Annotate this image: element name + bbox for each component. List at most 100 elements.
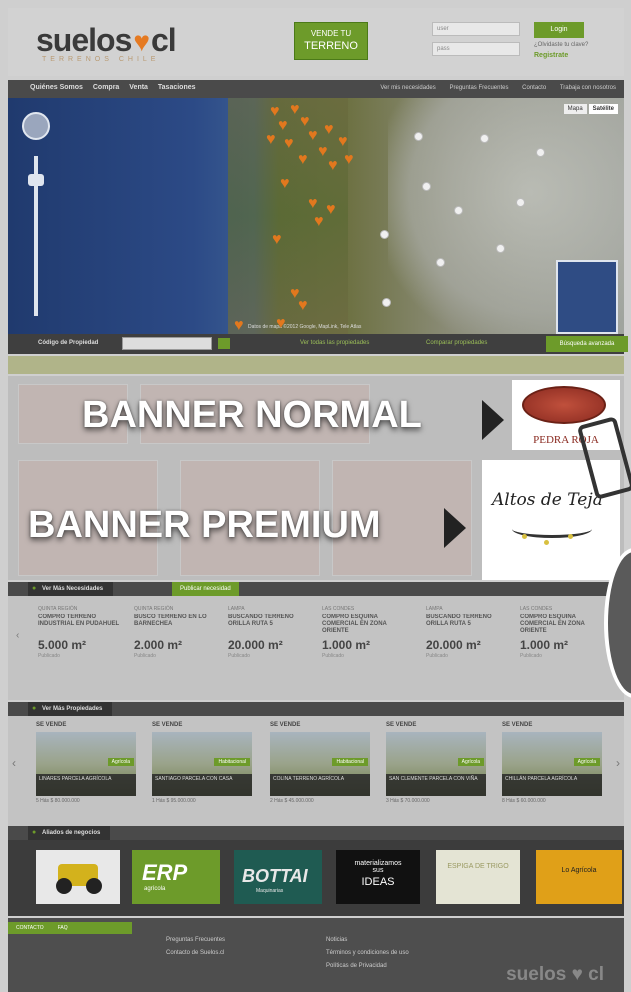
map-pin-icon[interactable]: ♥ xyxy=(298,152,308,168)
map-type-satellite[interactable]: Satélite xyxy=(588,104,618,114)
map-pin-icon[interactable]: ♥ xyxy=(326,202,336,218)
footer-link-terms[interactable]: Términos y condiciones de uso xyxy=(326,947,409,960)
chevron-right-icon[interactable]: › xyxy=(616,756,620,770)
map-pin-icon[interactable]: ♥ xyxy=(290,102,300,118)
erp-logo-sub: agrícola xyxy=(144,886,166,892)
map-pin-icon[interactable]: ♥ xyxy=(344,152,354,168)
map-poi-icon[interactable] xyxy=(422,182,431,191)
map-pin-icon[interactable]: ♥ xyxy=(328,158,338,174)
need-item[interactable]: QUINTA REGIÓN BUSCO TERRENO EN LO BARNEC… xyxy=(134,606,220,659)
register-link[interactable]: Registrate xyxy=(534,52,568,59)
map-pin-icon[interactable]: ♥ xyxy=(338,134,348,150)
need-item[interactable]: QUINTA REGIÓN COMPRO TERRENO INDUSTRIAL … xyxy=(38,606,124,659)
property-card[interactable]: SE VENDE Habitacional SANTIAGO PARCELA C… xyxy=(152,722,252,804)
footer-contact-link[interactable]: CONTACTO xyxy=(16,925,44,931)
ally-yellow[interactable]: Lo Agrícola xyxy=(536,850,622,904)
map-pin-icon[interactable]: ♥ xyxy=(318,144,328,160)
map-poi-icon[interactable] xyxy=(380,230,389,239)
ideas-line1: materializamos xyxy=(354,860,402,867)
chevron-left-icon[interactable]: ‹ xyxy=(12,756,16,770)
map-poi-icon[interactable] xyxy=(480,134,489,143)
map-poi-icon[interactable] xyxy=(414,132,423,141)
ideas-line3: IDEAS xyxy=(361,876,395,888)
forgot-password-link[interactable]: ¿Olvidaste tu clave? xyxy=(534,42,588,48)
publish-need-tab[interactable]: Publicar necesidad xyxy=(172,582,239,596)
footer-link-contact[interactable]: Contacto de Suelos.cl xyxy=(166,947,225,960)
site-logo[interactable]: suelos♥cl xyxy=(36,22,177,59)
footer-link-faq[interactable]: Preguntas Frecuentes xyxy=(166,934,225,947)
nav-item-contact[interactable]: Contacto xyxy=(522,85,546,91)
needs-list: ‹ QUINTA REGIÓN COMPRO TERRENO INDUSTRIA… xyxy=(8,596,624,700)
map-pin-icon[interactable]: ♥ xyxy=(278,118,288,134)
banner-area: BANNER NORMAL PEDRA ROJA BANNER PREMIUM … xyxy=(8,376,624,580)
need-area: 20.000 m² xyxy=(228,638,283,652)
nav-item-appraisals[interactable]: Tasaciones xyxy=(158,84,196,91)
map-poi-icon[interactable] xyxy=(496,244,505,253)
ally-ideas[interactable]: materializamos sus IDEAS xyxy=(336,850,420,904)
map-poi-icon[interactable] xyxy=(516,198,525,207)
all-properties-link[interactable]: Ver todas las propiedades xyxy=(300,340,369,346)
advanced-search-button[interactable]: Búsqueda avanzada xyxy=(546,336,628,352)
chevron-left-icon[interactable]: ‹ xyxy=(16,630,19,641)
property-code-input[interactable] xyxy=(122,337,212,350)
pedra-roja-logo-icon xyxy=(522,386,606,424)
map-pin-icon[interactable]: ♥ xyxy=(284,136,294,152)
property-card[interactable]: SE VENDE Agrícola CHILLÁN PARCELA AGRÍCO… xyxy=(502,722,602,804)
map-poi-icon[interactable] xyxy=(536,148,545,157)
map-poi-icon[interactable] xyxy=(454,206,463,215)
site-footer: CONTACTO FAQ Preguntas Frecuentes Contact… xyxy=(8,918,624,992)
nav-item-sell[interactable]: Venta xyxy=(129,84,148,91)
map-pin-icon[interactable]: ♥ xyxy=(324,122,334,138)
map-poi-icon[interactable] xyxy=(436,258,445,267)
properties-tab[interactable]: Ver Más Propiedades xyxy=(28,702,113,716)
login-button[interactable]: Login xyxy=(534,22,584,38)
nav-left: Quiénes Somos Compra Venta Tasaciones xyxy=(30,84,204,91)
map-pin-icon[interactable]: ♥ xyxy=(266,132,276,148)
footer-faq-link[interactable]: FAQ xyxy=(58,925,68,931)
minimap[interactable] xyxy=(556,260,618,334)
map-zoom-knob[interactable] xyxy=(28,174,44,186)
property-card[interactable]: SE VENDE Agrícola LINARES PARCELA AGRÍCO… xyxy=(36,722,136,804)
nav-item-faq[interactable]: Preguntas Frecuentes xyxy=(449,85,508,91)
property-card[interactable]: SE VENDE Agrícola SAN CLEMENTE PARCELA C… xyxy=(386,722,486,804)
property-card[interactable]: SE VENDE Habitacional COLINA TERRENO AGR… xyxy=(270,722,370,804)
property-map[interactable]: Mapa Satélite Datos de mapa ©2012 Google,… xyxy=(8,98,624,334)
arrow-right-icon xyxy=(482,400,504,440)
site-header: suelos♥cl TERRENOS CHILE VENDE TU TERREN… xyxy=(8,8,624,76)
need-item[interactable]: LAS CONDES COMPRO ESQUINA COMERCIAL EN Z… xyxy=(520,606,606,659)
nav-item-jobs[interactable]: Trabaja con nosotros xyxy=(560,85,616,91)
footer-link-news[interactable]: Noticias xyxy=(326,934,409,947)
username-input[interactable]: user xyxy=(432,22,520,36)
need-item[interactable]: LAMPA BUSCANDO TERRENO ORILLA RUTA 5 20.… xyxy=(426,606,512,659)
map-poi-icon[interactable] xyxy=(382,298,391,307)
need-item[interactable]: LAS CONDES COMPRO ESQUINA COMERCIAL EN Z… xyxy=(322,606,408,659)
nav-item-about[interactable]: Quiénes Somos xyxy=(30,84,83,91)
compare-properties-link[interactable]: Comparar propiedades xyxy=(426,340,487,346)
needs-tab[interactable]: Ver Más Necesidades xyxy=(28,582,114,596)
sell-land-button[interactable]: VENDE TU TERRENO xyxy=(294,22,368,60)
map-pin-icon[interactable]: ♥ xyxy=(308,196,318,212)
map-pan-control[interactable] xyxy=(22,112,50,140)
property-code-go-button[interactable] xyxy=(218,338,230,349)
ally-bottai[interactable]: BOTTAI Maquinarias xyxy=(234,850,322,904)
footer-logo[interactable]: suelos ♥ cl xyxy=(506,964,604,986)
ally-espiga[interactable]: ESPIGA DE TRIGO xyxy=(436,850,520,904)
ally-tractor[interactable] xyxy=(36,850,120,904)
ally-erp[interactable]: ERP agrícola xyxy=(132,850,220,904)
map-pin-icon[interactable]: ♥ xyxy=(308,128,318,144)
need-location: LAMPA xyxy=(426,606,443,612)
nav-item-needs[interactable]: Ver mis necesidades xyxy=(380,85,435,91)
map-pin-icon[interactable]: ♥ xyxy=(272,232,282,248)
map-pin-icon[interactable]: ♥ xyxy=(298,298,308,314)
property-heading: SE VENDE xyxy=(502,722,533,728)
password-input[interactable]: pass xyxy=(432,42,520,56)
need-item[interactable]: LAMPA BUSCANDO TERRENO ORILLA RUTA 5 20.… xyxy=(228,606,314,659)
footer-link-privacy[interactable]: Políticas de Privacidad xyxy=(326,960,409,973)
nav-item-buy[interactable]: Compra xyxy=(93,84,119,91)
map-pin-icon[interactable]: ♥ xyxy=(314,214,324,230)
map-pin-icon[interactable]: ♥ xyxy=(280,176,290,192)
map-pin-icon[interactable]: ♥ xyxy=(234,318,244,334)
need-area: 5.000 m² xyxy=(38,638,87,652)
map-pin-icon[interactable]: ♥ xyxy=(276,316,286,332)
map-type-map[interactable]: Mapa xyxy=(563,104,587,114)
